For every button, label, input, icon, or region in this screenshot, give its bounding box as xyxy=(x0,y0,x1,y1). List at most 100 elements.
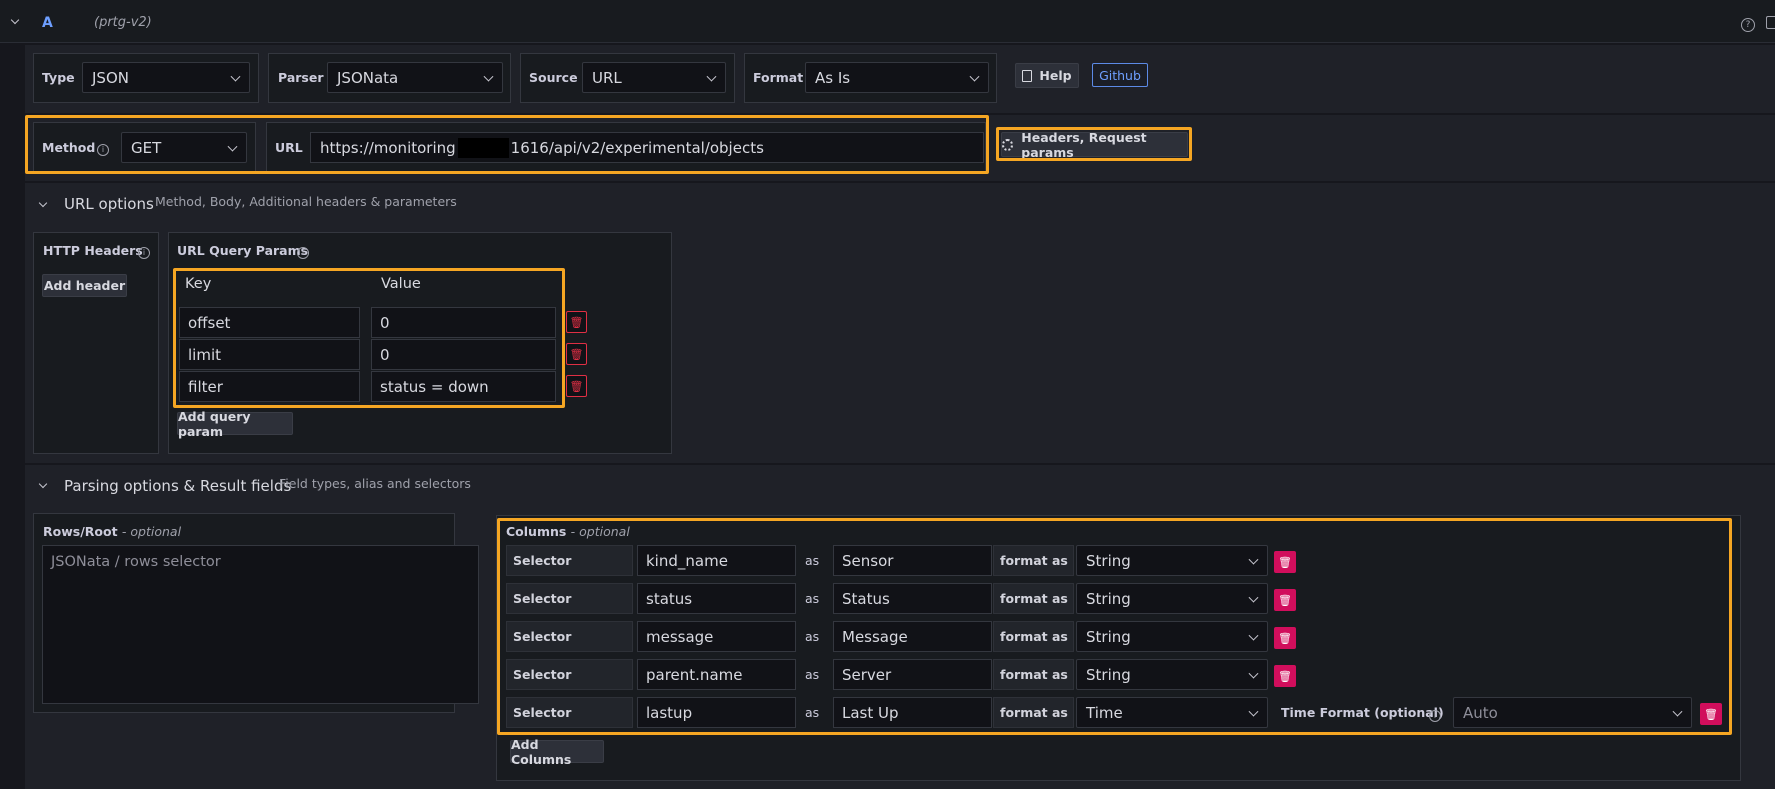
param-value-input[interactable]: 0 xyxy=(371,307,556,338)
trash-icon: 🗑 xyxy=(1278,593,1292,607)
add-columns-button[interactable]: Add Columns xyxy=(510,737,604,767)
key-column-header: Key xyxy=(185,276,212,292)
rows-root-textarea[interactable]: JSONata / rows selector xyxy=(42,545,479,704)
help-button[interactable]: Help xyxy=(1015,63,1079,88)
value-column-header: Value xyxy=(381,276,421,292)
github-link[interactable]: Github xyxy=(1092,63,1148,87)
param-value-input[interactable]: 0 xyxy=(371,339,556,370)
selector-label: Selector xyxy=(506,583,633,614)
chevron-down-icon[interactable] xyxy=(10,15,20,25)
url-prefix: https://monitoring xyxy=(320,138,456,157)
format-as-label: format as xyxy=(993,583,1074,614)
delete-column-button[interactable]: 🗑 xyxy=(1274,589,1296,611)
info-icon: i xyxy=(97,141,109,156)
optional-text: - optional xyxy=(121,524,182,539)
chevron-down-icon xyxy=(1248,706,1259,717)
selector-input[interactable]: lastup xyxy=(637,697,796,728)
trash-icon: 🗑 xyxy=(1278,631,1292,645)
chevron-down-icon xyxy=(483,71,494,82)
delete-column-button[interactable]: 🗑 xyxy=(1274,665,1296,687)
delete-param-button[interactable]: 🗑 xyxy=(566,375,587,397)
format-as-label: format as xyxy=(993,697,1074,728)
time-format-value: Auto xyxy=(1463,703,1498,722)
chevron-down-icon xyxy=(1248,668,1259,679)
method-select[interactable]: GET xyxy=(121,132,247,163)
selector-input[interactable]: status xyxy=(637,583,796,614)
delete-param-button[interactable]: 🗑 xyxy=(566,311,587,333)
trash-icon: 🗑 xyxy=(569,379,584,393)
method-label: Method xyxy=(42,140,96,155)
alias-input[interactable]: Status xyxy=(833,583,992,614)
selector-input[interactable]: parent.name xyxy=(637,659,796,690)
rows-root-label-text: Rows/Root xyxy=(43,524,118,539)
datasource-name: (prtg-v2) xyxy=(94,15,152,30)
query-header xyxy=(0,0,1775,43)
format-as-select[interactable]: String xyxy=(1076,545,1268,576)
parsing-title[interactable]: Parsing options & Result fields xyxy=(64,477,291,495)
format-as-value: String xyxy=(1086,551,1131,570)
trash-icon: 🗑 xyxy=(1278,555,1292,569)
alias-input[interactable]: Message xyxy=(833,621,992,652)
param-key-input[interactable]: offset xyxy=(179,307,360,338)
type-select[interactable]: JSON xyxy=(82,62,250,93)
alias-input[interactable]: Last Up xyxy=(833,697,992,728)
format-value: As Is xyxy=(815,68,851,87)
source-label: Source xyxy=(529,70,578,85)
param-value-input[interactable]: status = down xyxy=(371,371,556,402)
time-format-select[interactable]: Auto xyxy=(1453,697,1692,728)
http-headers-box xyxy=(33,232,159,454)
delete-column-button[interactable]: 🗑 xyxy=(1700,703,1722,725)
headers-request-params-button[interactable]: Headers, Request params xyxy=(1001,129,1188,160)
source-select[interactable]: URL xyxy=(582,62,726,93)
headers-button-label: Headers, Request params xyxy=(1021,129,1147,160)
trash-icon: 🗑 xyxy=(569,347,584,361)
selector-input[interactable]: kind_name xyxy=(637,545,796,576)
add-header-button[interactable]: Add header xyxy=(42,274,127,297)
rows-root-label: Rows/Root - optional xyxy=(43,524,181,539)
selector-input[interactable]: message xyxy=(637,621,796,652)
param-key-input[interactable]: filter xyxy=(179,371,360,402)
delete-param-button[interactable]: 🗑 xyxy=(566,343,587,365)
copy-icon[interactable] xyxy=(1766,16,1775,29)
help-icon[interactable]: ? xyxy=(1741,16,1755,32)
format-as-select[interactable]: String xyxy=(1076,621,1268,652)
chevron-down-icon xyxy=(1248,554,1259,565)
as-label: as xyxy=(805,591,820,606)
format-select[interactable]: As Is xyxy=(805,62,989,93)
url-options-title[interactable]: URL options xyxy=(64,195,154,213)
delete-column-button[interactable]: 🗑 xyxy=(1274,551,1296,573)
gear-icon xyxy=(1002,138,1014,151)
query-ref-id[interactable]: A xyxy=(42,15,53,31)
format-as-select[interactable]: String xyxy=(1076,583,1268,614)
chevron-down-icon xyxy=(1248,592,1259,603)
chevron-down-icon xyxy=(706,71,717,82)
parser-label: Parser xyxy=(278,70,324,85)
parsing-subtitle: Field types, alias and selectors xyxy=(279,476,471,491)
info-icon: i xyxy=(1429,707,1441,722)
chevron-down-icon xyxy=(1672,706,1683,717)
format-as-label: format as xyxy=(993,659,1074,690)
redacted-block xyxy=(457,137,509,158)
chevron-down-icon xyxy=(227,141,238,152)
chevron-down-icon xyxy=(969,71,980,82)
url-input[interactable]: https://monitoring 1616/api/v2/experimen… xyxy=(310,132,984,163)
param-key-input[interactable]: limit xyxy=(179,339,360,370)
as-label: as xyxy=(805,553,820,568)
url-label: URL xyxy=(275,140,303,155)
alias-input[interactable]: Sensor xyxy=(833,545,992,576)
format-as-select[interactable]: String xyxy=(1076,659,1268,690)
parser-select[interactable]: JSONata xyxy=(327,62,503,93)
add-query-param-button[interactable]: Add query param xyxy=(177,409,293,439)
type-value: JSON xyxy=(92,68,129,87)
url-suffix: 1616/api/v2/experimental/objects xyxy=(510,138,764,157)
delete-column-button[interactable]: 🗑 xyxy=(1274,627,1296,649)
parser-value: JSONata xyxy=(337,68,399,87)
trash-icon: 🗑 xyxy=(569,315,584,329)
chevron-down-icon xyxy=(1248,630,1259,641)
selector-label: Selector xyxy=(506,545,633,576)
alias-input[interactable]: Server xyxy=(833,659,992,690)
format-as-select[interactable]: Time xyxy=(1076,697,1268,728)
format-as-value: String xyxy=(1086,627,1131,646)
columns-label-text: Columns xyxy=(506,524,567,539)
query-params-label: URL Query Params xyxy=(177,243,309,258)
